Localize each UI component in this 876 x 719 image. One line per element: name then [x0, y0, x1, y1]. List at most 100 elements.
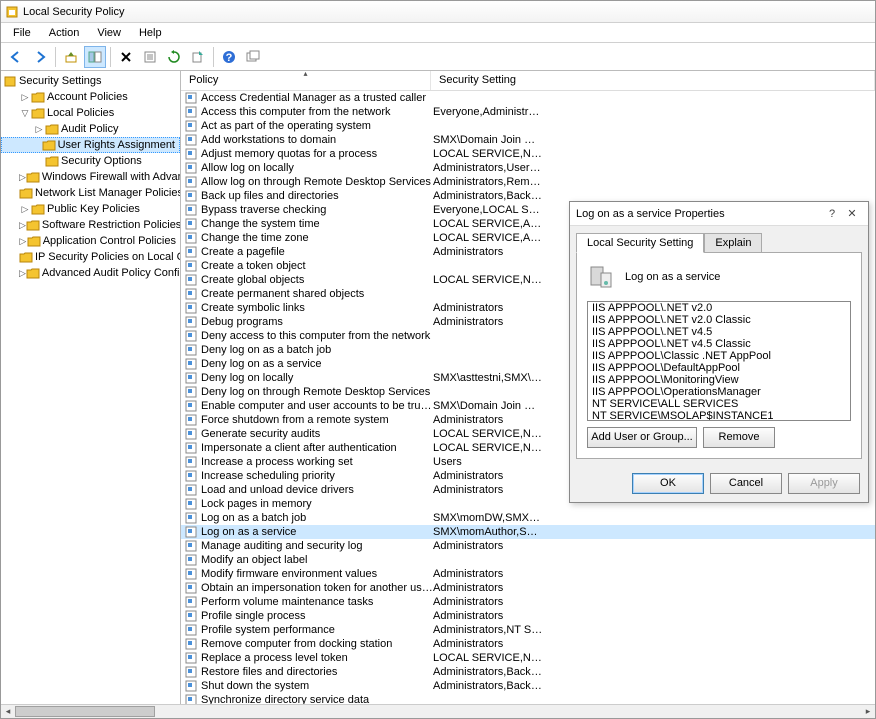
policy-icon [185, 302, 199, 314]
tree-toggle-icon[interactable]: ▷ [19, 220, 26, 231]
properties-button[interactable] [139, 46, 161, 68]
account-item[interactable]: IIS APPPOOL\MonitoringView [588, 374, 850, 386]
tree-toggle-icon[interactable]: ▷ [19, 268, 26, 279]
policy-row[interactable]: Act as part of the operating system [181, 119, 875, 133]
policy-setting: Administrators [433, 582, 543, 594]
remove-button[interactable]: Remove [703, 427, 775, 448]
policy-row[interactable]: Shut down the systemAdministrators,Backu… [181, 679, 875, 693]
policy-setting: LOCAL SERVICE,NETWO... [433, 274, 543, 286]
scroll-left-icon[interactable]: ◂ [1, 705, 15, 718]
tree-node[interactable]: ▷Public Key Policies [1, 201, 180, 217]
account-item[interactable]: IIS APPPOOL\Classic .NET AppPool [588, 350, 850, 362]
policy-row[interactable]: Remove computer from docking stationAdmi… [181, 637, 875, 651]
policy-row[interactable]: Access Credential Manager as a trusted c… [181, 91, 875, 105]
account-item[interactable]: IIS APPPOOL\.NET v4.5 [588, 326, 850, 338]
account-item[interactable]: IIS APPPOOL\OperationsManager [588, 386, 850, 398]
policy-row[interactable]: Profile system performanceAdministrators… [181, 623, 875, 637]
column-policy[interactable]: ▴ Policy [181, 71, 431, 90]
menu-action[interactable]: Action [41, 25, 88, 41]
tree-node[interactable]: ▽Local Policies [1, 105, 180, 121]
policy-setting: Administrators [433, 302, 543, 314]
folder-icon [45, 122, 59, 136]
forward-button[interactable] [29, 46, 51, 68]
scroll-right-icon[interactable]: ▸ [861, 705, 875, 718]
account-item[interactable]: IIS APPPOOL\DefaultAppPool [588, 362, 850, 374]
tree-node-label: Account Policies [47, 91, 128, 103]
tree-node[interactable]: IP Security Policies on Local Compute [1, 249, 180, 265]
dialog-titlebar[interactable]: Log on as a service Properties ? ✕ [570, 202, 868, 226]
policy-name: Allow log on through Remote Desktop Serv… [201, 176, 433, 188]
policy-setting: LOCAL SERVICE,NETWO... [433, 428, 543, 440]
policy-name: Create global objects [201, 274, 433, 286]
show-hide-tree-button[interactable] [84, 46, 106, 68]
column-security-setting[interactable]: Security Setting [431, 71, 875, 90]
policy-row[interactable]: Modify an object label [181, 553, 875, 567]
policy-row[interactable]: Replace a process level tokenLOCAL SERVI… [181, 651, 875, 665]
policy-icon [185, 526, 199, 538]
tree-pane[interactable]: Security Settings ▷ Account Policies ▽Loca… [1, 71, 181, 704]
policy-row[interactable]: Manage auditing and security logAdminist… [181, 539, 875, 553]
window-title: Local Security Policy [23, 6, 125, 18]
account-item[interactable]: IIS APPPOOL\.NET v2.0 Classic [588, 314, 850, 326]
policy-row[interactable]: Restore files and directoriesAdministrat… [181, 665, 875, 679]
policy-row[interactable]: Obtain an impersonation token for anothe… [181, 581, 875, 595]
tree-h-scrollbar[interactable]: ◂ ▸ [1, 704, 875, 718]
ok-button[interactable]: OK [632, 473, 704, 494]
help-button[interactable]: ? [218, 46, 240, 68]
dialog-close-button[interactable]: ✕ [842, 207, 862, 220]
policy-icon [185, 442, 199, 454]
account-item[interactable]: NT SERVICE\ALL SERVICES [588, 398, 850, 410]
tree-root[interactable]: Security Settings [1, 73, 180, 89]
tree-node[interactable]: ▷Windows Firewall with Advanced Sec [1, 169, 180, 185]
policy-icon [185, 120, 199, 132]
account-item[interactable]: IIS APPPOOL\.NET v2.0 [588, 302, 850, 314]
policy-row[interactable]: Access this computer from the networkEve… [181, 105, 875, 119]
menu-help[interactable]: Help [131, 25, 170, 41]
tree-node[interactable]: Network List Manager Policies [1, 185, 180, 201]
policy-row[interactable]: Allow log on through Remote Desktop Serv… [181, 175, 875, 189]
tree-toggle-icon[interactable]: ▷ [19, 236, 27, 247]
tree-toggle-icon[interactable]: ▽ [19, 108, 31, 119]
policy-row[interactable]: Allow log on locallyAdministrators,Users… [181, 161, 875, 175]
tree-node[interactable]: ▷ Account Policies [1, 89, 180, 105]
tree-node[interactable]: ▷Application Control Policies [1, 233, 180, 249]
menu-file[interactable]: File [5, 25, 39, 41]
apply-button[interactable]: Apply [788, 473, 860, 494]
refresh-button[interactable] [163, 46, 185, 68]
back-button[interactable] [5, 46, 27, 68]
account-item[interactable]: IIS APPPOOL\.NET v4.5 Classic [588, 338, 850, 350]
tab-explain[interactable]: Explain [704, 233, 762, 253]
policy-row[interactable]: Perform volume maintenance tasksAdminist… [181, 595, 875, 609]
tree-node[interactable]: ▷Audit Policy [1, 121, 180, 137]
account-item[interactable]: NT SERVICE\MSOLAP$INSTANCE1 [588, 410, 850, 421]
delete-button[interactable] [115, 46, 137, 68]
policy-row[interactable]: Synchronize directory service data [181, 693, 875, 704]
new-window-button[interactable] [242, 46, 264, 68]
dialog-help-button[interactable]: ? [822, 208, 842, 220]
policy-row[interactable]: Adjust memory quotas for a processLOCAL … [181, 147, 875, 161]
tree-toggle-icon[interactable]: ▷ [19, 204, 31, 215]
tab-local-security-setting[interactable]: Local Security Setting [576, 233, 704, 253]
tree-node[interactable]: Security Options [1, 153, 180, 169]
cancel-button[interactable]: Cancel [710, 473, 782, 494]
tree-node[interactable]: ▷Advanced Audit Policy Configuration [1, 265, 180, 281]
menu-view[interactable]: View [89, 25, 129, 41]
export-button[interactable] [187, 46, 209, 68]
tree-toggle-icon[interactable]: ▷ [33, 124, 45, 135]
policy-setting: SMX\momAuthor,SMX\... [433, 526, 543, 538]
up-button[interactable] [60, 46, 82, 68]
policy-name: Create a pagefile [201, 246, 433, 258]
policy-row[interactable]: Add workstations to domainSMX\Domain Joi… [181, 133, 875, 147]
policy-row[interactable]: Log on as a batch jobSMX\momDW,SMX\mo... [181, 511, 875, 525]
policy-row[interactable]: Log on as a serviceSMX\momAuthor,SMX\... [181, 525, 875, 539]
tree-toggle-icon[interactable]: ▷ [19, 172, 26, 183]
policy-name: Impersonate a client after authenticatio… [201, 442, 433, 454]
accounts-listbox[interactable]: IIS APPPOOL\.NET v2.0IIS APPPOOL\.NET v2… [587, 301, 851, 421]
tree-node[interactable]: ▷Software Restriction Policies [1, 217, 180, 233]
policy-row[interactable]: Profile single processAdministrators [181, 609, 875, 623]
add-user-or-group-button[interactable]: Add User or Group... [587, 427, 697, 448]
tree-toggle-icon[interactable]: ▷ [19, 92, 31, 103]
policy-icon [185, 582, 199, 594]
policy-row[interactable]: Modify firmware environment valuesAdmini… [181, 567, 875, 581]
tree-node[interactable]: User Rights Assignment [1, 137, 180, 153]
